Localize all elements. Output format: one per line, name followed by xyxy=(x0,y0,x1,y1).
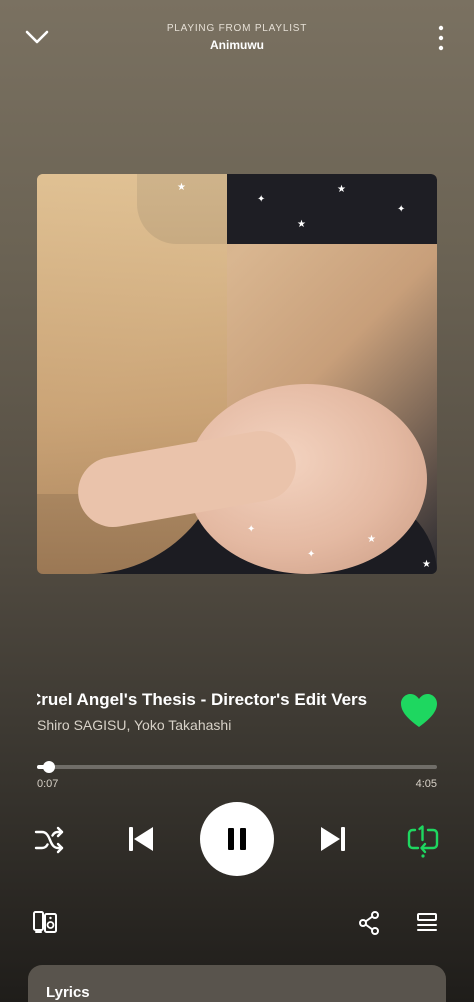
playlist-name[interactable]: Animuwu xyxy=(0,38,474,52)
cover-star: ✦ xyxy=(257,194,266,205)
context-label: PLAYING FROM PLAYLIST xyxy=(166,23,308,34)
pause-button[interactable] xyxy=(200,802,274,876)
track-title[interactable]: Cruel Angel's Thesis - Director's Edit V… xyxy=(37,690,367,710)
connect-devices-icon[interactable] xyxy=(32,910,58,934)
playing-context: PLAYING FROM PLAYLIST Animuwu xyxy=(0,23,474,52)
lyrics-label: Lyrics xyxy=(46,984,90,1001)
cover-star: ✦ xyxy=(307,549,316,560)
cover-star: ✦ xyxy=(397,204,406,215)
share-icon[interactable] xyxy=(358,911,380,935)
lyrics-card[interactable]: Lyrics xyxy=(28,965,446,1002)
album-cover: ★ ✦ ★ ✦ ★ ★ ✦ ★ ✦ xyxy=(37,174,437,574)
cover-star: ★ xyxy=(422,559,431,570)
repeat-one-icon[interactable] xyxy=(406,822,440,858)
now-playing-header: PLAYING FROM PLAYLIST Animuwu xyxy=(0,0,474,70)
queue-icon[interactable] xyxy=(416,912,438,932)
cover-star: ★ xyxy=(367,534,376,545)
heart-icon[interactable] xyxy=(400,693,438,729)
skip-next-icon[interactable] xyxy=(318,824,348,854)
cover-star: ★ xyxy=(297,219,306,230)
duration-time: 4:05 xyxy=(415,778,437,790)
shuffle-icon[interactable] xyxy=(34,826,66,854)
cover-star: ★ xyxy=(177,182,186,193)
progress-bar[interactable] xyxy=(37,761,437,773)
pause-icon xyxy=(228,828,234,850)
cover-star: ✦ xyxy=(247,524,256,535)
track-artist[interactable]: Shiro SAGISU, Yoko Takahashi xyxy=(37,717,367,733)
progress-handle[interactable] xyxy=(42,761,55,773)
pause-icon-bar xyxy=(240,828,246,850)
elapsed-time: 0:07 xyxy=(37,778,59,790)
cover-star: ★ xyxy=(337,184,346,195)
skip-previous-icon[interactable] xyxy=(126,824,156,854)
more-vertical-icon[interactable] xyxy=(436,24,446,52)
track-info: Cruel Angel's Thesis - Director's Edit V… xyxy=(37,690,367,733)
